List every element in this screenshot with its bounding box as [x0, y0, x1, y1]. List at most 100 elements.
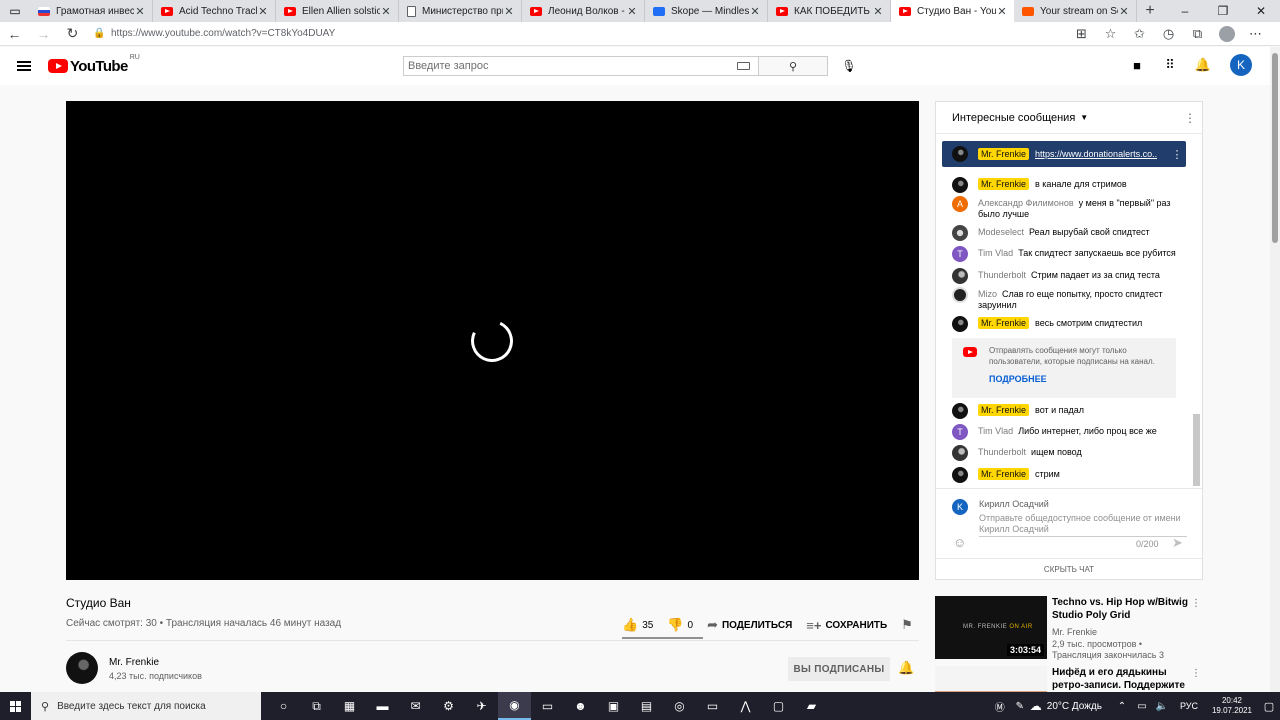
more-options-icon[interactable]: ⋯ [1241, 22, 1270, 46]
channel-avatar[interactable] [66, 652, 98, 684]
pinned-link[interactable]: https://www.donationalerts.co... [1035, 149, 1157, 159]
minimize-icon[interactable]: – [1166, 0, 1204, 22]
chat-scrollbar-thumb[interactable] [1193, 414, 1200, 486]
pinned-message[interactable]: Mr. Frenkie https://www.donationalerts.c… [942, 141, 1186, 167]
video-title[interactable]: Techno vs. Hip Hop w/Bitwig Studio Poly … [1052, 596, 1192, 622]
green-app-icon[interactable]: ▢ [762, 692, 795, 720]
windows-start-icon[interactable] [0, 692, 31, 720]
save-button[interactable]: ≡+ СОХРАНИТЬ [806, 618, 887, 633]
menu-icon[interactable] [0, 65, 48, 67]
search-button[interactable]: ⚲ [758, 56, 828, 76]
forward-arrow-icon[interactable]: → [29, 22, 58, 46]
search-input[interactable]: Введите запрос [403, 56, 758, 76]
youtube-logo[interactable]: YouTube RU [48, 54, 140, 75]
caret-down-icon[interactable]: ▼ [1080, 113, 1088, 122]
notifications-bell-icon[interactable]: 🔔 [1193, 55, 1213, 75]
ableton-icon[interactable]: ⋀ [729, 692, 762, 720]
close-icon[interactable]: ✕ [872, 5, 884, 18]
more-vert-icon[interactable]: ⋮ [1168, 148, 1186, 161]
clock[interactable]: 20:42 19.07.2021 [1206, 696, 1258, 716]
browser-tab[interactable]: Skope — Mindless ✕ [645, 0, 768, 22]
recommended-video[interactable]: MR. FRENKIE ON AIR 3:03:54 Techno vs. Hi… [935, 596, 1203, 660]
apps-grid-icon[interactable]: ⠿ [1160, 55, 1180, 75]
close-icon[interactable]: ✕ [380, 5, 392, 18]
microphone-icon[interactable]: 🎙 [840, 57, 858, 75]
tab-actions-icon[interactable]: ▭ [0, 0, 30, 22]
browser-tab[interactable]: Acid Techno Track Break✕ [153, 0, 276, 22]
photos-icon[interactable]: ▣ [597, 692, 630, 720]
more-vert-icon[interactable]: ⋮ [1178, 111, 1202, 125]
hide-chat-button[interactable]: СКРЫТЬ ЧАТ [936, 558, 1202, 580]
task-view-icon[interactable]: ⧉ [300, 692, 333, 720]
report-button[interactable]: ⚑ [901, 617, 917, 633]
chat-message-input[interactable]: Отправьте общедоступное сообщение от име… [979, 513, 1187, 537]
volume-icon[interactable]: 🔈 [1152, 701, 1172, 712]
folder-icon[interactable]: ▭ [531, 692, 564, 720]
close-icon[interactable]: ✕ [503, 5, 515, 18]
channel-name[interactable]: Mr. Frenkie [109, 657, 159, 668]
more-vert-icon[interactable]: ⋮ [1191, 598, 1201, 609]
notification-bell-icon[interactable]: 🔔 [898, 660, 914, 676]
browser-tab[interactable]: КАК ПОБЕДИТЬ ЕДИНУЮ✕ [768, 0, 891, 22]
pen-icon[interactable]: ✎ [1010, 701, 1030, 712]
create-video-icon[interactable]: ■ [1127, 55, 1147, 75]
close-icon[interactable]: ✕ [749, 5, 761, 18]
favorites-icon[interactable]: ✩ [1125, 22, 1154, 46]
mail-icon[interactable]: ✉ [399, 692, 432, 720]
video-player[interactable] [66, 101, 919, 580]
chevron-up-icon[interactable]: ⌃ [1112, 701, 1132, 712]
favorite-add-icon[interactable]: ☆ [1096, 22, 1125, 46]
emoji-app-icon[interactable]: ☻ [564, 692, 597, 720]
browser-tab[interactable]: Министерство природы✕ [399, 0, 522, 22]
emoji-icon[interactable]: ☺ [953, 535, 966, 550]
chat-mode-dropdown[interactable]: Интересные сообщения [952, 112, 1075, 124]
dislike-button[interactable]: 👎 0 [667, 617, 693, 633]
keyboard-icon[interactable] [737, 62, 750, 70]
network-icon[interactable]: ▭ [1132, 701, 1152, 712]
collections-icon[interactable]: ⧉ [1183, 22, 1212, 46]
language-indicator[interactable]: РУС [1180, 701, 1198, 711]
page-scrollbar[interactable] [1270, 47, 1280, 692]
edge-browser-icon[interactable]: ◉ [498, 692, 531, 720]
like-button[interactable]: 👍 35 [622, 617, 653, 633]
taskbar-search-input[interactable]: ⚲ Введите здесь текст для поиска [31, 692, 261, 720]
telegram-icon[interactable]: ✈ [465, 692, 498, 720]
terminal-icon[interactable]: ▭ [696, 692, 729, 720]
account-avatar[interactable]: K [1230, 54, 1252, 76]
browser-tab[interactable]: Леонид Волков - YouTube✕ [522, 0, 645, 22]
ide-icon[interactable]: ▤ [630, 692, 663, 720]
steam-icon[interactable]: ◎ [663, 692, 696, 720]
close-icon[interactable]: ✕ [257, 5, 269, 18]
close-icon[interactable]: ✕ [996, 5, 1008, 18]
close-window-icon[interactable]: ✕ [1242, 0, 1280, 22]
video-channel[interactable]: Mr. Frenkie [1052, 627, 1097, 637]
new-tab-button[interactable]: + [1137, 0, 1163, 22]
weather-widget[interactable]: ☁ 20°C Дождь [1030, 699, 1102, 713]
explorer-icon[interactable]: ▬ [366, 692, 399, 720]
learn-more-link[interactable]: ПОДРОБНЕЕ [989, 374, 1047, 384]
meet-icon[interactable]: Ⓜ [990, 699, 1010, 714]
reload-icon[interactable]: ↻ [58, 22, 87, 46]
more-vert-icon[interactable]: ⋮ [1191, 668, 1201, 679]
browser-tab[interactable]: Грамотная инвестиция✕ [30, 0, 153, 22]
cortana-icon[interactable]: ○ [267, 692, 300, 720]
browser-tab-active[interactable]: Студио Ван - YouTube✕ [891, 0, 1014, 22]
apps-icon[interactable]: ⊞ [1067, 22, 1096, 46]
profile-icon[interactable] [1212, 22, 1241, 46]
browser-tab[interactable]: Your stream on SoundCloud✕ [1014, 0, 1137, 22]
history-icon[interactable]: ◷ [1154, 22, 1183, 46]
browser-tab[interactable]: Ellen Allien solstice techno✕ [276, 0, 399, 22]
close-icon[interactable]: ✕ [1118, 5, 1130, 18]
close-icon[interactable]: ✕ [134, 5, 146, 18]
car-app-icon[interactable]: ▰ [795, 692, 828, 720]
close-icon[interactable]: ✕ [626, 5, 638, 18]
url-field[interactable]: 🔒 https://www.youtube.com/watch?v=CT8kYo… [93, 23, 1053, 44]
settings-icon[interactable]: ⚙ [432, 692, 465, 720]
send-icon[interactable]: ➤ [1172, 535, 1183, 551]
maximize-icon[interactable]: ❐ [1204, 0, 1242, 22]
subscribed-button[interactable]: ВЫ ПОДПИСАНЫ [788, 657, 890, 681]
share-button[interactable]: ➦ ПОДЕЛИТЬСЯ [707, 617, 792, 633]
video-thumbnail[interactable]: MR. FRENKIE ON AIR 3:03:54 [935, 596, 1047, 659]
back-arrow-icon[interactable]: ← [0, 22, 29, 46]
store-icon[interactable]: ▦ [333, 692, 366, 720]
